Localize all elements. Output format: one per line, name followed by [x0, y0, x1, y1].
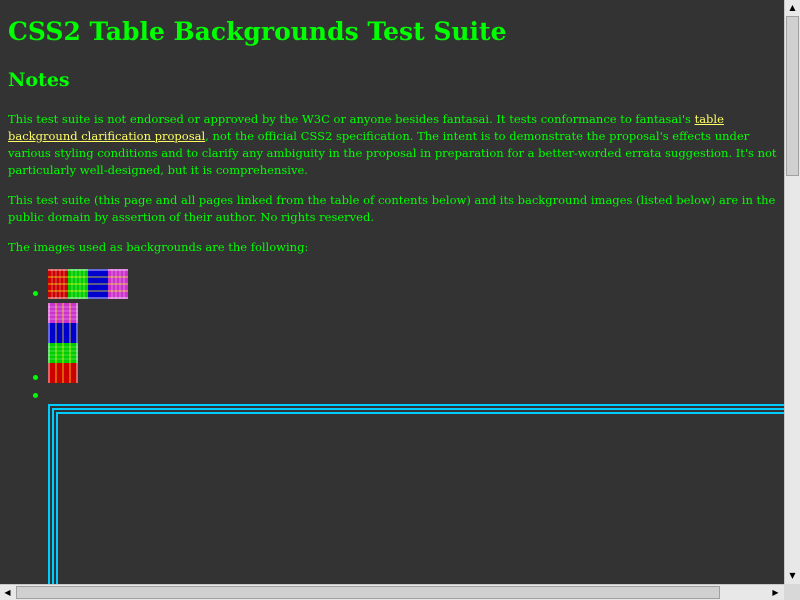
list-bullet	[33, 375, 38, 380]
scroll-down-button[interactable]: ▼	[785, 568, 800, 583]
scrollbar-corner	[784, 584, 800, 600]
border-background-image	[48, 404, 784, 584]
notes-heading: Notes	[8, 69, 70, 91]
paragraph-disclaimer: This test suite is not endorsed or appro…	[8, 111, 778, 179]
horizontal-scroll-thumb[interactable]	[16, 586, 720, 599]
scroll-left-button[interactable]: ◀	[0, 585, 15, 600]
horizontal-background-image	[48, 269, 128, 299]
list-bullet	[33, 393, 38, 398]
browser-viewport: CSS2 Table Backgrounds Test Suite Notes …	[0, 0, 784, 584]
scroll-right-button[interactable]: ▶	[768, 585, 783, 600]
vertical-background-image	[48, 303, 78, 383]
paragraph-public-domain: This test suite (this page and all pages…	[8, 193, 776, 224]
list-bullet	[33, 291, 38, 296]
paragraph-images-intro: The images used as backgrounds are the f…	[8, 240, 309, 254]
vertical-scrollbar[interactable]: ▲ ▼	[784, 0, 800, 584]
page-title: CSS2 Table Backgrounds Test Suite	[8, 17, 507, 46]
scroll-up-button[interactable]: ▲	[785, 0, 800, 15]
paragraph-disclaimer-text-start: This test suite is not endorsed or appro…	[8, 112, 695, 126]
vertical-scroll-thumb[interactable]	[786, 16, 799, 176]
horizontal-scrollbar[interactable]: ◀ ▶	[0, 584, 784, 600]
